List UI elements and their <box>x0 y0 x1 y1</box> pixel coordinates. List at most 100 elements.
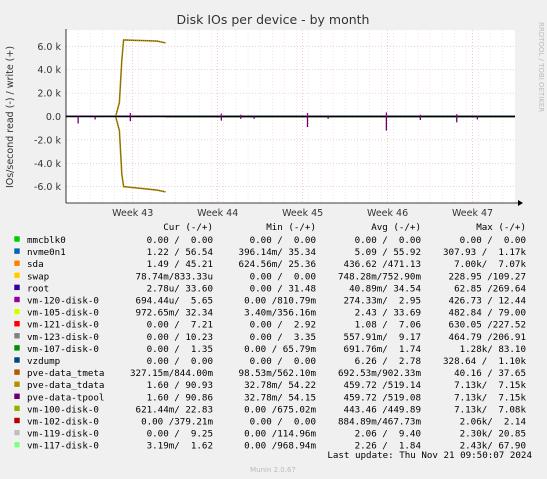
legend-cur-value: 0.00 /379.21m <box>141 417 213 428</box>
legend-max-value: 630.05 /227.52 <box>449 320 526 331</box>
legend-header-min: Min (-/+) <box>266 222 316 233</box>
legend-cur-value: 3.19m/ 1.62 <box>147 441 213 452</box>
legend-header-cur: Cur (-/+) <box>163 222 213 233</box>
legend-min-value: 0.00 /968.94m <box>244 441 316 452</box>
legend-cur-value: 0.00 / 10.23 <box>147 332 213 343</box>
legend-swatch <box>13 308 21 315</box>
legend-cur-value: 1.49 / 45.21 <box>147 259 213 270</box>
legend-cur-value: 78.74m/833.33u <box>136 271 213 282</box>
legend-swatch <box>13 417 21 424</box>
legend-min-value: 0.00 / 0.00 <box>250 271 316 282</box>
legend-avg-value: 443.46 /449.89 <box>344 404 421 415</box>
legend-max-value: 426.73 / 12.44 <box>449 296 527 307</box>
legend-series-name: sda <box>27 259 44 270</box>
legend-avg-value: 692.53m/902.33m <box>338 368 421 379</box>
legend-max-value: 7.13k/ 7.08k <box>454 404 526 415</box>
legend-series-name: root <box>27 283 49 294</box>
legend-header-max: Max (-/+) <box>476 222 526 233</box>
legend-swatch <box>13 332 21 340</box>
legend-swatch <box>13 272 21 279</box>
legend-swatch <box>13 368 21 376</box>
legend-avg-value: 459.72 /519.14 <box>344 380 422 391</box>
y-tick-label: -4.0 k <box>34 159 62 170</box>
legend-avg-value: 557.91m/ 9.17 <box>344 332 421 343</box>
legend-min-value: 0.00 / 0.00 <box>250 417 316 428</box>
legend-avg-value: 5.09 / 55.92 <box>355 247 421 258</box>
legend-max-value: 1.28k/ 83.10 <box>460 344 526 355</box>
legend-series-name: pve-data-tpool <box>27 392 104 403</box>
legend-max-value: 307.93 / 1.17k <box>443 247 526 258</box>
legend-min-value: 0.00 / 31.48 <box>250 283 316 294</box>
legend-avg-value: 691.76m/ 1.74 <box>344 344 422 355</box>
legend-min-value: 3.40m/356.16m <box>244 308 316 319</box>
y-tick-label: 0.0 <box>46 112 61 123</box>
legend-series-name: nvme0n1 <box>27 247 66 258</box>
legend-avg-value: 40.89m/ 34.54 <box>349 283 421 294</box>
legend-swatch <box>13 259 21 267</box>
y-tick-label: -6.0 k <box>34 182 62 193</box>
legend-cur-value: 972.65m/ 32.34 <box>136 308 214 319</box>
legend-swatch <box>13 429 21 436</box>
legend-avg-value: 748.28m/752.90m <box>338 271 421 282</box>
legend-min-value: 32.78m/ 54.22 <box>244 380 316 391</box>
legend-max-value: 328.64 / 1.10k <box>443 356 526 367</box>
y-tick-label: 2.0 k <box>37 89 61 100</box>
legend-swatch <box>13 247 21 255</box>
x-tick-label: Week 47 <box>452 208 493 219</box>
legend-series-name: vm-123-disk-0 <box>27 332 99 343</box>
y-axis-label: IOs/second read (-) / write (+) <box>5 46 16 188</box>
legend-max-value: 482.84 / 79.00 <box>449 308 526 319</box>
legend-swatch <box>13 356 21 364</box>
legend-min-value: 0.00 / 0.00 <box>250 235 316 246</box>
legend-avg-value: 436.62 /471.13 <box>344 259 421 270</box>
legend-swatch <box>13 380 21 388</box>
legend-series-name: vm-105-disk-0 <box>27 308 99 319</box>
legend-max-value: 7.00k/ 7.07k <box>454 259 526 270</box>
legend-swatch <box>13 235 21 243</box>
x-tick-label: Week 44 <box>197 208 238 219</box>
legend-cur-value: 0.00 / 0.00 <box>147 235 213 246</box>
legend-series-name: pve-data_tmeta <box>27 368 104 379</box>
legend-avg-value: 274.33m/ 2.95 <box>344 296 421 307</box>
legend-series-name: vm-120-disk-0 <box>27 296 99 307</box>
legend-header-avg: Avg (-/+) <box>371 222 421 233</box>
legend-swatch <box>13 405 21 412</box>
x-tick-label: Week 46 <box>367 208 408 219</box>
legend-min-value: 32.78m/ 54.15 <box>244 392 316 403</box>
legend-avg-value: 884.89m/467.73m <box>338 417 421 428</box>
legend-max-value: 40.16 / 37.65 <box>454 368 526 379</box>
legend-max-value: 7.13k/ 7.15k <box>454 380 526 391</box>
legend-min-value: 0.00 /675.02m <box>244 404 316 415</box>
legend-avg-value: 1.08 / 7.06 <box>355 320 421 331</box>
legend-series-name: vzdump <box>27 356 60 367</box>
legend-min-value: 624.56m/ 25.36 <box>239 259 316 270</box>
munin-graph: Disk IOs per device - by month IOs/secon… <box>0 0 547 479</box>
legend-max-value: 464.79 /206.91 <box>449 332 526 343</box>
legend-series-name: vm-100-disk-0 <box>27 404 99 415</box>
legend-min-value: 98.53m/562.10m <box>239 368 317 379</box>
x-tick-label: Week 45 <box>282 208 323 219</box>
x-tick-label: Week 43 <box>112 208 153 219</box>
legend-max-value: 62.85 /269.64 <box>454 283 526 294</box>
legend-min-value: 0.00 / 3.35 <box>250 332 316 343</box>
legend-min-value: 396.14m/ 35.34 <box>239 247 317 258</box>
legend-swatch <box>13 344 21 352</box>
legend-series-name: vm-121-disk-0 <box>27 320 99 331</box>
last-update: Last update: Thu Nov 21 09:50:07 2024 <box>327 450 532 461</box>
legend-min-value: 0.00 / 0.00 <box>250 356 316 367</box>
legend-min-value: 0.00 /810.79m <box>244 296 316 307</box>
chart-title: Disk IOs per device - by month <box>177 12 370 27</box>
legend-avg-value: 6.26 / 2.78 <box>355 356 421 367</box>
legend-swatch <box>13 320 21 327</box>
legend-avg-value: 2.06 / 9.40 <box>355 429 421 440</box>
legend-series-name: vm-102-disk-0 <box>27 417 99 428</box>
legend-series-name: mmcblk0 <box>27 235 66 246</box>
legend-series-name: vm-107-disk-0 <box>27 344 99 355</box>
legend-avg-value: 2.43 / 33.69 <box>355 308 421 319</box>
legend-min-value: 0.00 / 2.92 <box>250 320 316 331</box>
legend-cur-value: 327.15m/844.00m <box>130 368 213 379</box>
legend-min-value: 0.00 / 65.79m <box>244 344 316 355</box>
legend-max-value: 2.06k/ 2.14 <box>460 417 527 428</box>
legend-cur-value: 1.22 / 56.54 <box>147 247 214 258</box>
legend-series-name: vm-119-disk-0 <box>27 429 99 440</box>
